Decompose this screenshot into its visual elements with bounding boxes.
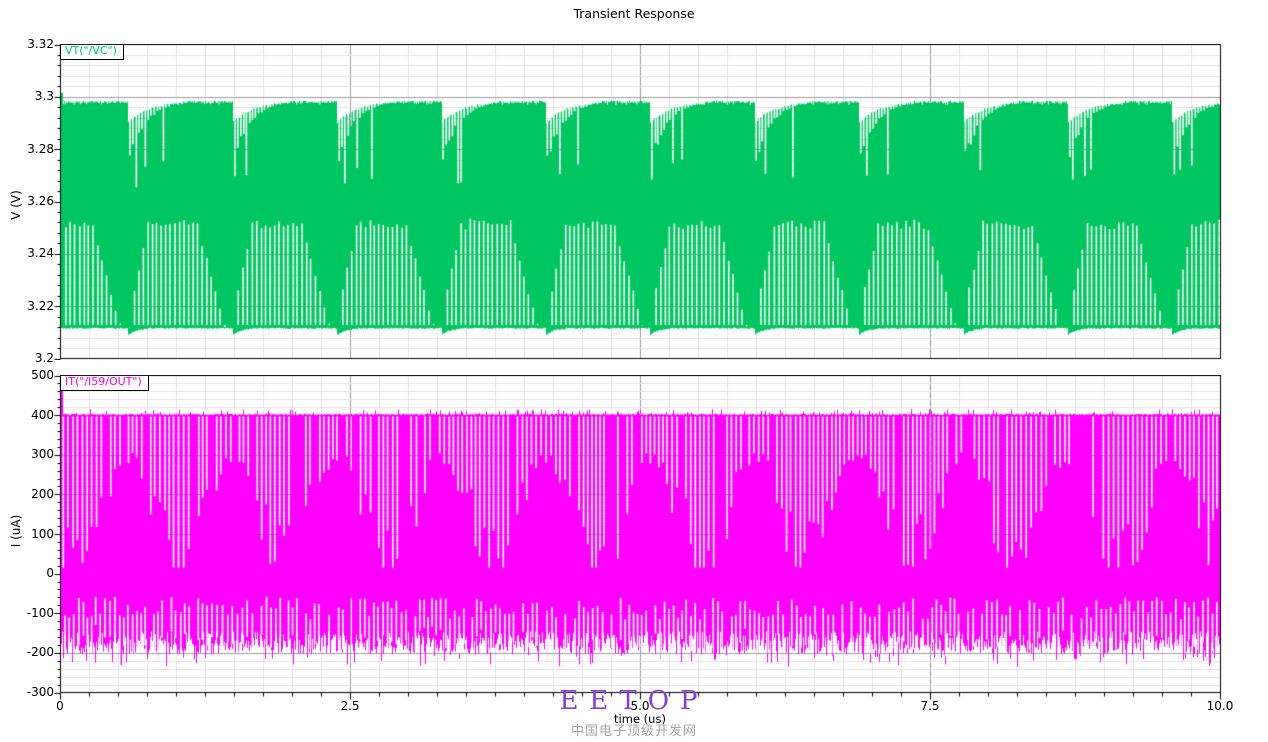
x-tick-label: 7.5: [920, 699, 940, 713]
y-tick-label-bottom: 0: [46, 566, 54, 581]
y-tick-label-top: 3.3: [34, 89, 54, 104]
trace-label-it: IT("/I59/OUT"): [60, 376, 149, 391]
y-tick-label-top: 3.24: [27, 246, 54, 261]
x-axis-title: time (us): [614, 712, 666, 726]
y-tick-label-top: 3.28: [27, 141, 54, 156]
y-tick-label-bottom: 300: [31, 447, 54, 462]
y-tick-label-bottom: 500: [31, 368, 54, 382]
y-tick-label-bottom: 400: [31, 407, 54, 422]
x-tick-label: 2.5: [340, 699, 360, 713]
y-tick-label-bottom: 100: [31, 526, 54, 541]
tick-label-layer: 3.32 3.3 3.28 3.26 3.24 3.22 3.2 500 400 300 200 10…: [0, 0, 1268, 742]
y-tick-label-top: 3.22: [27, 298, 54, 313]
y-tick-label-bottom: -200: [26, 645, 54, 660]
y-tick-label-bottom: -100: [26, 605, 54, 620]
y-tick-label-bottom: -300: [26, 685, 54, 699]
y-tick-label-top: 3.2: [34, 351, 54, 365]
y-tick-label-bottom: 200: [31, 486, 54, 501]
y-tick-label-top: 3.26: [27, 194, 54, 208]
x-tick-label: 0: [56, 699, 64, 713]
x-tick-label: 10.0: [1206, 699, 1234, 713]
y-tick-label-top: 3.32: [27, 37, 54, 51]
trace-label-vt: VT("/VC"): [60, 45, 124, 60]
x-tick-label: 5.0: [630, 699, 650, 713]
